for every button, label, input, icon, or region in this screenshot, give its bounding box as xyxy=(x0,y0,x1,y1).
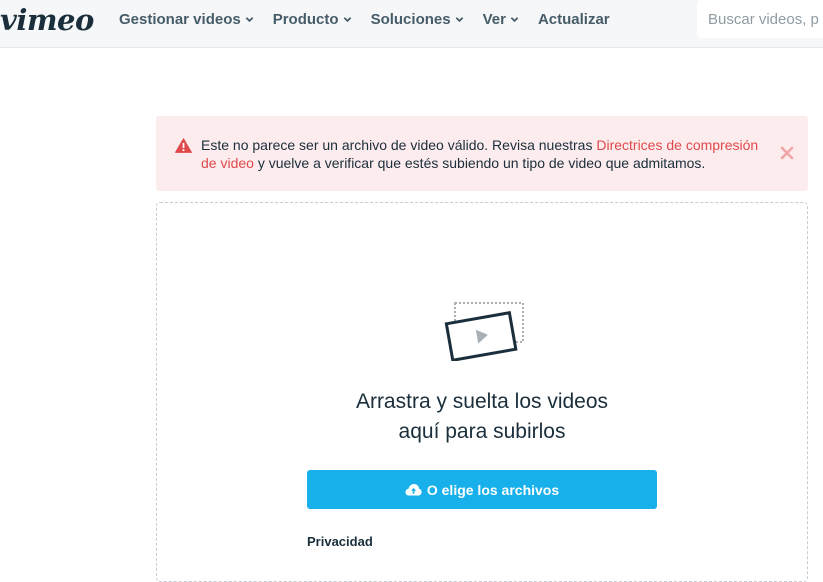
nav-item-label: Producto xyxy=(272,10,339,28)
vimeo-logo[interactable]: vimeo xyxy=(0,2,94,38)
dropzone-title-line2: aquí para subirlos xyxy=(398,420,566,443)
alert-text-after: y vuelve a verificar que estés subiendo … xyxy=(253,155,706,171)
close-icon[interactable] xyxy=(780,146,794,160)
choose-files-label: O elige los archivos xyxy=(426,481,560,498)
alert-message: Este no parece ser un archivo de video v… xyxy=(201,136,771,172)
main-nav: Gestionar videos Producto Soluciones Ver… xyxy=(119,0,629,38)
chevron-down-icon xyxy=(343,17,351,23)
upload-dropzone[interactable]: Arrastra y suelta los videos aquí para s… xyxy=(156,202,808,582)
alert-text-before: Este no parece ser un archivo de video v… xyxy=(201,137,597,153)
nav-item-actualizar[interactable]: Actualizar xyxy=(538,11,610,28)
top-navigation-bar: vimeo Gestionar videos Producto Solucion… xyxy=(0,0,823,48)
nav-item-soluciones[interactable]: Soluciones xyxy=(371,11,464,28)
chevron-down-icon xyxy=(455,17,463,23)
video-file-icon xyxy=(444,302,524,361)
nav-item-gestionar-videos[interactable]: Gestionar videos xyxy=(119,11,254,28)
choose-files-button[interactable]: O elige los archivos xyxy=(307,470,657,509)
warning-icon xyxy=(175,138,192,153)
error-alert: Este no parece ser un archivo de video v… xyxy=(156,116,808,191)
nav-item-label: Ver xyxy=(482,10,506,28)
search-input[interactable] xyxy=(697,0,823,38)
chevron-down-icon xyxy=(510,17,519,23)
privacy-label: Privacidad xyxy=(307,534,373,549)
nav-item-ver[interactable]: Ver xyxy=(483,11,519,28)
chevron-down-icon xyxy=(245,17,254,23)
cloud-upload-icon xyxy=(405,484,422,496)
nav-item-label: Soluciones xyxy=(370,10,451,28)
nav-item-label: Actualizar xyxy=(537,10,610,28)
dropzone-title: Arrastra y suelta los videos aquí para s… xyxy=(157,387,807,447)
nav-item-producto[interactable]: Producto xyxy=(273,11,352,28)
dropzone-title-line1: Arrastra y suelta los videos xyxy=(355,390,609,413)
nav-item-label: Gestionar videos xyxy=(119,10,241,28)
